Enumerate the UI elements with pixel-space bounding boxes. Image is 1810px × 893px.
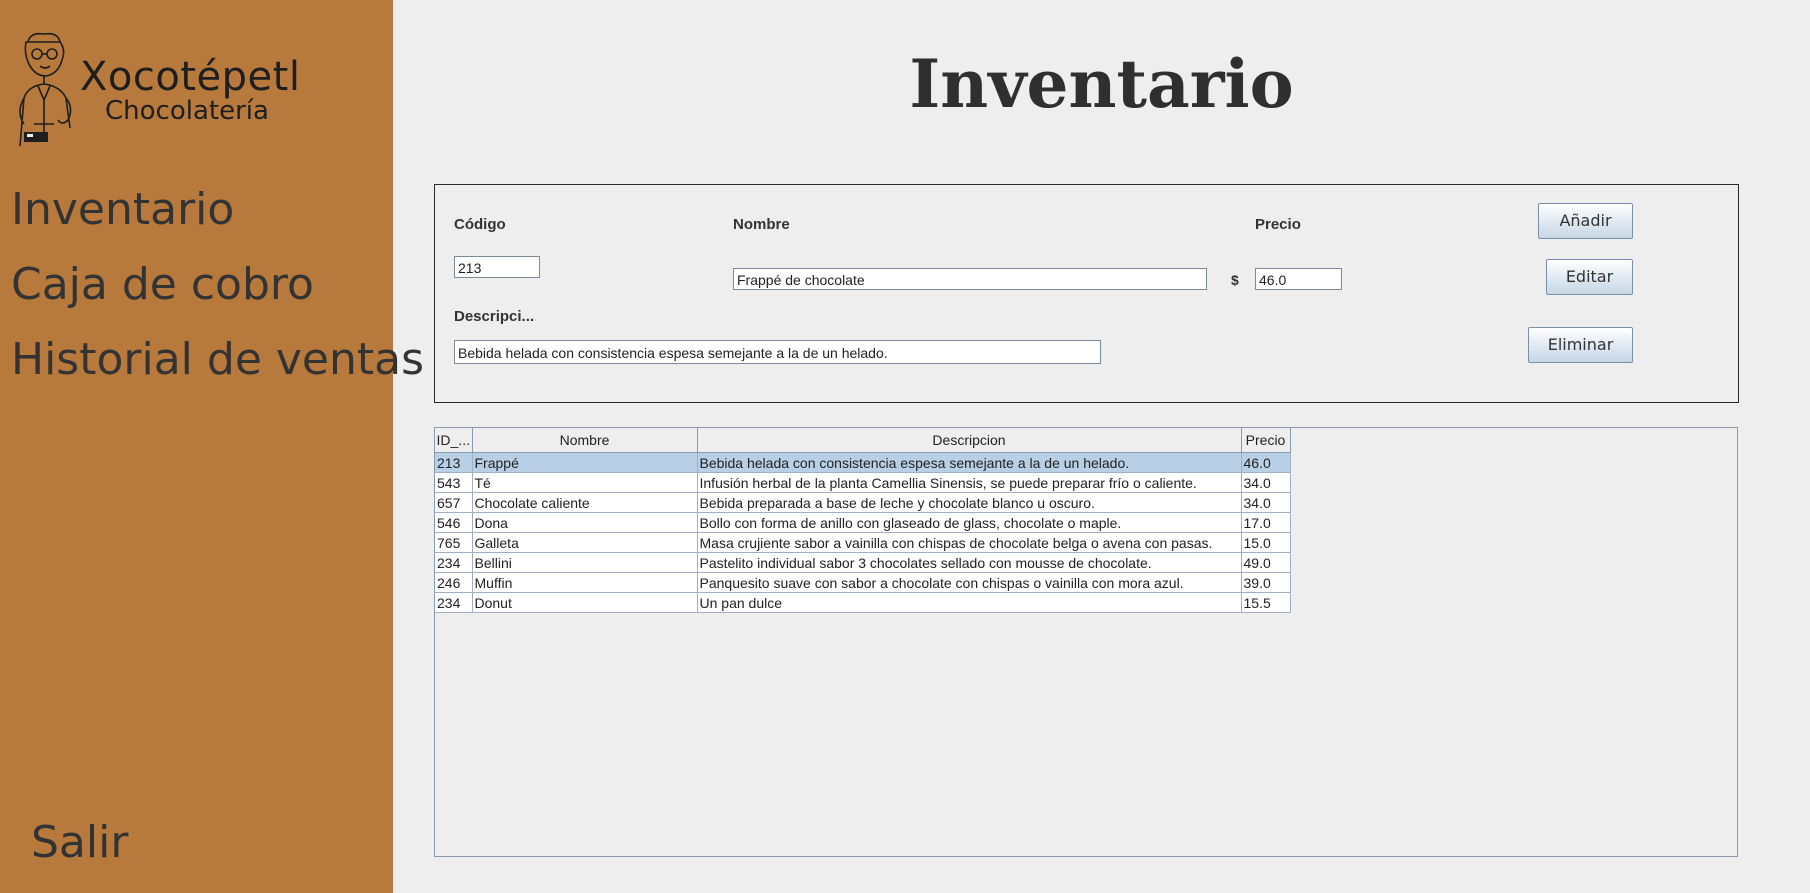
cell-precio[interactable]: 34.0: [1240, 492, 1291, 513]
cell-descripcion[interactable]: Pastelito individual sabor 3 chocolates …: [696, 552, 1242, 573]
cell-precio[interactable]: 39.0: [1240, 572, 1291, 593]
brand-logo: Xocotépetl Chocolatería: [14, 28, 334, 148]
descripcion-input[interactable]: Bebida helada con consistencia espesa se…: [454, 340, 1101, 364]
cell-precio[interactable]: 34.0: [1240, 472, 1291, 493]
salir-button[interactable]: Salir: [31, 817, 128, 868]
cell-id[interactable]: 213: [435, 452, 473, 473]
brand-name: Xocotépetl: [80, 54, 301, 100]
cell-descripcion[interactable]: Infusión herbal de la planta Camellia Si…: [696, 472, 1242, 493]
sidebar: Xocotépetl Chocolatería Inventario Caja …: [0, 0, 424, 893]
cell-precio[interactable]: 15.0: [1240, 532, 1291, 553]
eliminar-button[interactable]: Eliminar: [1528, 327, 1633, 363]
cell-nombre[interactable]: Bellini: [471, 552, 698, 573]
nav-inventario[interactable]: Inventario: [11, 184, 234, 235]
inventory-table[interactable]: ID_... Nombre Descripcion Precio 213 Fra…: [435, 428, 1291, 613]
inventory-table-scrollpane[interactable]: ID_... Nombre Descripcion Precio 213 Fra…: [434, 427, 1738, 857]
nombre-label: Nombre: [733, 216, 790, 233]
cell-id[interactable]: 546: [435, 512, 473, 533]
currency-symbol: $: [1231, 272, 1239, 288]
cell-id[interactable]: 234: [435, 552, 473, 573]
cell-id[interactable]: 765: [435, 532, 473, 553]
table-row[interactable]: 213 Frappé Bebida helada con consistenci…: [435, 452, 1291, 473]
cell-descripcion[interactable]: Panquesito suave con sabor a chocolate c…: [696, 572, 1242, 593]
table-row[interactable]: 234 Bellini Pastelito individual sabor 3…: [435, 552, 1291, 573]
cell-nombre[interactable]: Dona: [471, 512, 698, 533]
column-header-precio[interactable]: Precio: [1240, 428, 1291, 453]
chocolatier-mascot-icon: [19, 32, 72, 146]
cell-id[interactable]: 657: [435, 492, 473, 513]
cell-precio[interactable]: 49.0: [1240, 552, 1291, 573]
cell-descripcion[interactable]: Masa crujiente sabor a vainilla con chis…: [696, 532, 1242, 553]
column-header-id[interactable]: ID_...: [435, 428, 473, 453]
cell-descripcion[interactable]: Bebida helada con consistencia espesa se…: [696, 452, 1242, 473]
product-form: Código 213 Nombre Frappé de chocolate Pr…: [434, 184, 1739, 403]
cell-id[interactable]: 246: [435, 572, 473, 593]
codigo-input[interactable]: 213: [454, 256, 540, 278]
table-row[interactable]: 543 Té Infusión herbal de la planta Came…: [435, 472, 1291, 493]
editar-button[interactable]: Editar: [1546, 259, 1633, 295]
precio-label: Precio: [1255, 216, 1301, 233]
cell-nombre[interactable]: Chocolate caliente: [471, 492, 698, 513]
cell-precio[interactable]: 46.0: [1240, 452, 1291, 473]
table-row[interactable]: 546 Dona Bollo con forma de anillo con g…: [435, 512, 1291, 533]
descripcion-label: Descripci...: [454, 308, 535, 325]
cell-nombre[interactable]: Galleta: [471, 532, 698, 553]
cell-nombre[interactable]: Muffin: [471, 572, 698, 593]
table-row[interactable]: 657 Chocolate caliente Bebida preparada …: [435, 492, 1291, 513]
nombre-input[interactable]: Frappé de chocolate: [733, 268, 1207, 290]
cell-nombre[interactable]: Té: [471, 472, 698, 493]
cell-descripcion[interactable]: Bebida preparada a base de leche y choco…: [696, 492, 1242, 513]
cell-nombre[interactable]: Frappé: [471, 452, 698, 473]
table-row[interactable]: 765 Galleta Masa crujiente sabor a vaini…: [435, 532, 1291, 553]
page-title: Inventario: [909, 45, 1294, 123]
nav-historial-de-ventas[interactable]: Historial de ventas: [11, 334, 424, 385]
cell-id[interactable]: 234: [435, 592, 473, 613]
column-header-descripcion[interactable]: Descripcion: [696, 428, 1242, 453]
cell-precio[interactable]: 17.0: [1240, 512, 1291, 533]
cell-id[interactable]: 543: [435, 472, 473, 493]
codigo-label: Código: [454, 216, 506, 233]
cell-descripcion[interactable]: Bollo con forma de anillo con glaseado d…: [696, 512, 1242, 533]
cell-precio[interactable]: 15.5: [1240, 592, 1291, 613]
table-header-row: ID_... Nombre Descripcion Precio: [435, 428, 1291, 453]
table-row[interactable]: 246 Muffin Panquesito suave con sabor a …: [435, 572, 1291, 593]
brand-subtitle: Chocolatería: [105, 96, 269, 126]
cell-descripcion[interactable]: Un pan dulce: [696, 592, 1242, 613]
column-header-nombre[interactable]: Nombre: [471, 428, 698, 453]
nav-caja-de-cobro[interactable]: Caja de cobro: [11, 259, 314, 310]
precio-input[interactable]: 46.0: [1255, 268, 1342, 290]
cell-nombre[interactable]: Donut: [471, 592, 698, 613]
table-row[interactable]: 234 Donut Un pan dulce 15.5: [435, 592, 1291, 613]
anadir-button[interactable]: Añadir: [1538, 203, 1633, 239]
